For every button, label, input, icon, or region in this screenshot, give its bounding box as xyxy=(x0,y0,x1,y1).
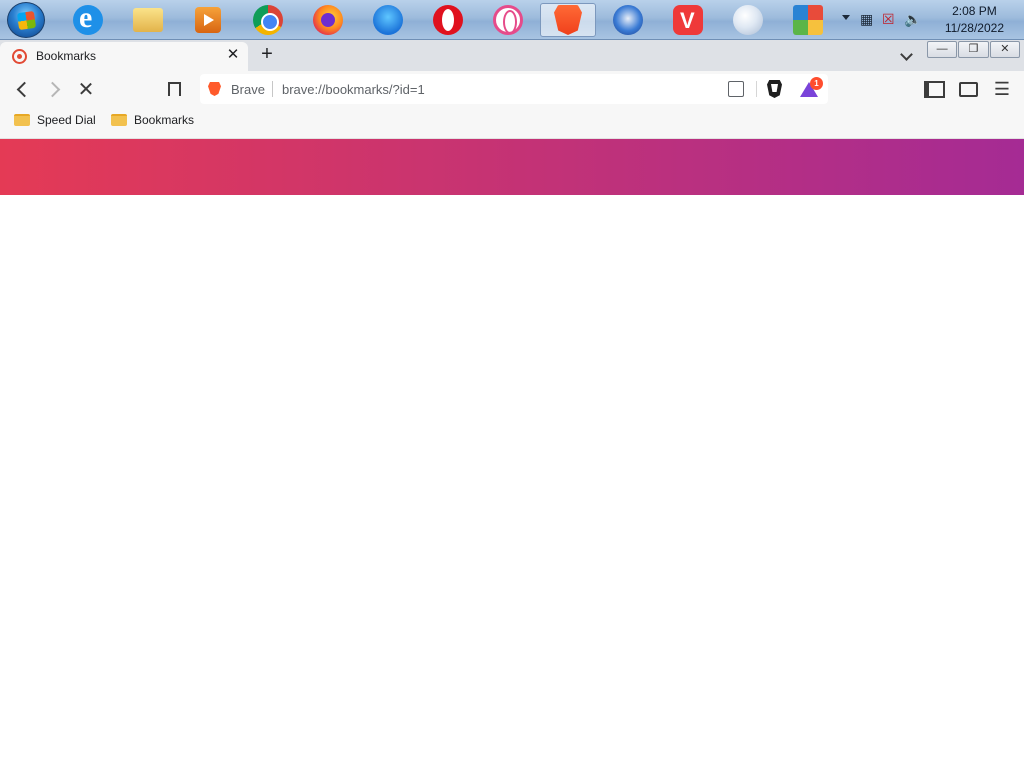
mouse-cursor-icon xyxy=(471,402,483,421)
firefox-icon xyxy=(313,5,343,35)
file-explorer-icon xyxy=(133,8,163,32)
taskbar-firefox-developer[interactable] xyxy=(360,3,416,37)
thunderbird-icon xyxy=(613,5,643,35)
chrome-icon xyxy=(253,5,283,35)
tab-close-button[interactable]: ✕ xyxy=(224,46,242,64)
brave-shield-icon xyxy=(208,82,221,96)
media-player-icon xyxy=(195,7,221,33)
bookmarks-favicon-icon xyxy=(12,49,27,64)
taskbar-file-explorer[interactable] xyxy=(120,3,176,37)
bookmarks-page-header-banner xyxy=(0,139,1024,195)
taskbar-avg[interactable] xyxy=(780,3,836,37)
tab-title: Bookmarks xyxy=(36,49,97,63)
brave-shields-button[interactable] xyxy=(767,80,782,98)
taskbar-chrome[interactable] xyxy=(240,3,296,37)
address-bar[interactable]: Brave brave://bookmarks/?id=1 1 xyxy=(200,74,828,104)
tab-search-chevron-icon[interactable] xyxy=(898,46,916,64)
system-tray: ▦ ☒ 🔈 2:08 PM 11/28/2022 xyxy=(834,0,1024,40)
clock-date: 11/28/2022 xyxy=(944,21,1004,35)
bookmark-page-button[interactable] xyxy=(162,77,186,101)
close-window-button[interactable]: ✕ xyxy=(989,41,1020,58)
internet-explorer-icon xyxy=(73,1,103,35)
taskbar-internet-explorer[interactable] xyxy=(60,1,116,37)
volume-icon[interactable]: 🔈 xyxy=(904,11,921,28)
folder-icon xyxy=(111,114,127,126)
navigation-toolbar: ✕ Brave brave://bookmarks/?id=1 1 ☰ xyxy=(0,71,1024,107)
tab-strip: Bookmarks ✕ + — ❐ ✕ xyxy=(0,40,1024,71)
firefox-developer-icon xyxy=(373,5,403,35)
network-icon[interactable]: ▦ xyxy=(860,11,873,28)
clock-time: 2:08 PM xyxy=(952,4,997,18)
window-controls: — ❐ ✕ xyxy=(927,41,1021,58)
omnibox-divider xyxy=(272,81,273,97)
bookmark-folder-bookmarks[interactable]: Bookmarks xyxy=(111,111,194,129)
tab-bookmarks[interactable]: Bookmarks ✕ xyxy=(0,42,248,71)
taskbar-media-player[interactable] xyxy=(180,3,236,37)
toolbar-bottom-border xyxy=(0,132,1024,139)
taskbar: ▦ ☒ 🔈 2:08 PM 11/28/2022 xyxy=(0,0,1024,40)
taskbar-clock[interactable]: 2:08 PM 11/28/2022 xyxy=(945,3,1004,37)
restore-button[interactable]: ❐ xyxy=(958,41,989,58)
vivaldi-icon xyxy=(673,5,703,35)
forward-button[interactable] xyxy=(42,77,66,101)
opera-gx-icon xyxy=(493,5,523,35)
sphere-icon xyxy=(733,5,763,35)
folder-icon xyxy=(14,114,30,126)
taskbar-opera-gx[interactable] xyxy=(480,3,536,37)
bookmarks-page-content xyxy=(0,195,1024,768)
url-text[interactable]: brave://bookmarks/?id=1 xyxy=(282,82,425,97)
site-label: Brave xyxy=(231,82,265,97)
action-center-icon[interactable]: ☒ xyxy=(882,11,895,28)
bookmark-folder-speed-dial[interactable]: Speed Dial xyxy=(14,111,96,129)
main-menu-button[interactable]: ☰ xyxy=(990,77,1014,101)
show-hidden-icons-icon[interactable] xyxy=(842,15,850,20)
taskbar-sphere-app[interactable] xyxy=(720,3,776,37)
opera-icon xyxy=(433,5,463,35)
bookmarks-bar: Speed Dial Bookmarks xyxy=(0,107,1024,132)
new-tab-button[interactable]: + xyxy=(256,43,278,65)
wallet-button[interactable] xyxy=(956,77,980,101)
taskbar-firefox[interactable] xyxy=(300,3,356,37)
avg-icon xyxy=(793,5,823,35)
taskbar-opera[interactable] xyxy=(420,3,476,37)
minimize-button[interactable]: — xyxy=(927,41,958,58)
taskbar-vivaldi[interactable] xyxy=(660,3,716,37)
omnibox-separator xyxy=(756,81,757,97)
sidebar-toggle-button[interactable] xyxy=(922,77,946,101)
start-button[interactable] xyxy=(7,2,45,38)
share-icon[interactable] xyxy=(728,81,744,97)
taskbar-brave[interactable] xyxy=(540,3,596,37)
rewards-badge: 1 xyxy=(810,77,823,90)
taskbar-thunderbird[interactable] xyxy=(600,3,656,37)
back-button[interactable] xyxy=(10,77,34,101)
bookmark-label: Speed Dial xyxy=(37,113,96,127)
bookmark-label: Bookmarks xyxy=(134,113,195,127)
brave-icon xyxy=(554,5,582,35)
stop-loading-button[interactable]: ✕ xyxy=(74,77,98,101)
